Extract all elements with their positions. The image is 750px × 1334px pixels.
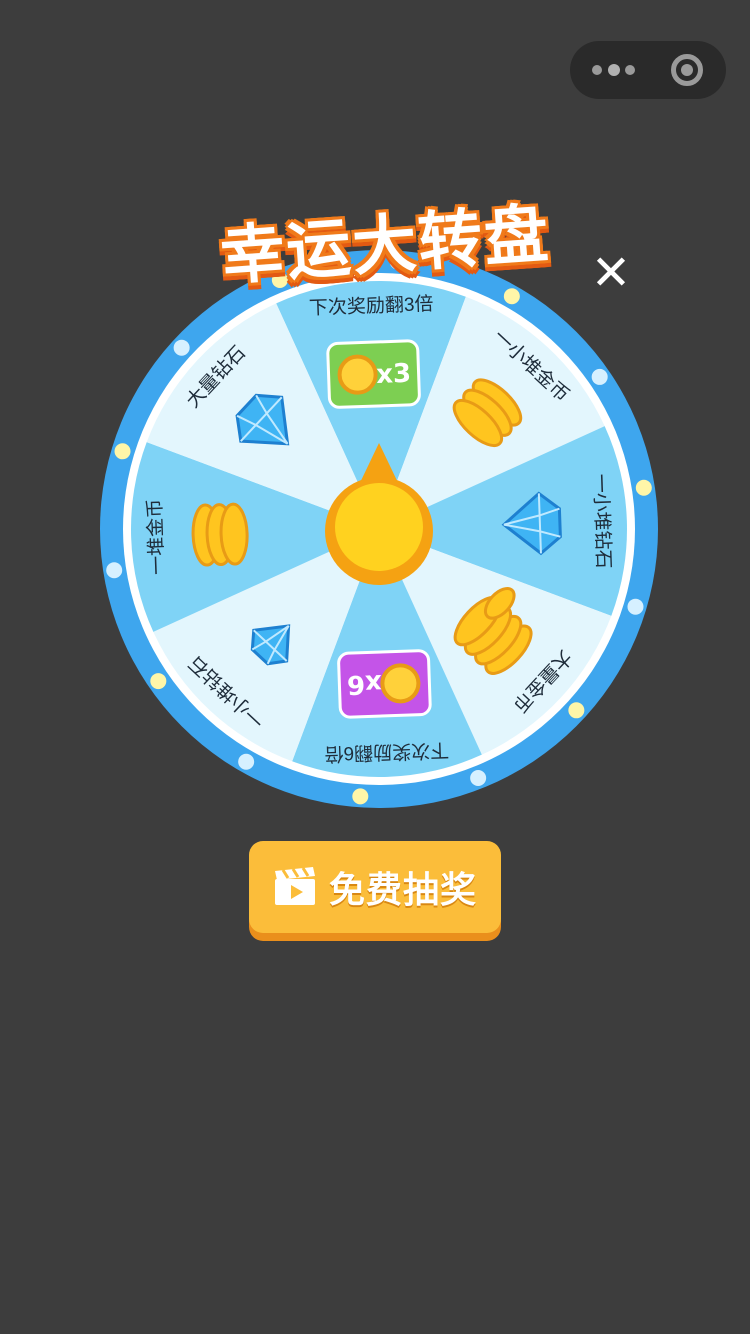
- svg-text:x6: x6: [346, 668, 382, 699]
- ring-light: [568, 702, 585, 719]
- ring-light: [352, 788, 369, 805]
- coin-x3-card-icon: x3: [326, 339, 421, 409]
- ring-light: [635, 479, 652, 496]
- ring-light: [173, 339, 190, 356]
- prize-wheel: x3 x6 下次奖励翻3倍 一小堆金币 一小堆钻石 大量金币 下次奖励翻6倍 一小堆钻石 一堆…: [100, 250, 658, 808]
- ring-light: [470, 769, 487, 786]
- free-draw-button[interactable]: 免费抽奖: [249, 841, 501, 933]
- ring-light: [150, 673, 167, 690]
- close-button[interactable]: ✕: [588, 249, 634, 297]
- video-clapper-icon: [273, 867, 317, 907]
- menu-capsule: [570, 41, 726, 99]
- segment-label: 下次奖励翻6倍: [324, 738, 450, 765]
- coin-stack-icon: [191, 502, 249, 567]
- more-dots-icon[interactable]: [592, 63, 636, 77]
- ring-light: [238, 753, 255, 770]
- segment-label: 一小堆钻石: [589, 473, 614, 570]
- ring-light: [106, 562, 123, 579]
- free-draw-label: 免费抽奖: [328, 870, 477, 911]
- ring-light: [114, 443, 131, 460]
- target-icon[interactable]: [671, 54, 703, 86]
- coin-x6-card-icon: x6: [337, 649, 432, 719]
- segment-label: 一堆金币: [144, 498, 169, 576]
- ring-light: [503, 288, 520, 305]
- svg-text:x3: x3: [376, 359, 412, 390]
- wheel-graphic: x3 x6: [100, 250, 658, 808]
- ring-light: [627, 598, 644, 615]
- ring-light: [591, 368, 608, 385]
